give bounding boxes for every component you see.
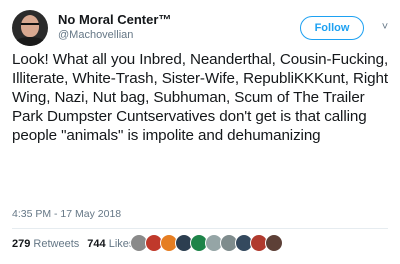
retweets-stat[interactable]: 279 Retweets (12, 238, 79, 250)
retweets-count: 279 (12, 238, 31, 250)
likes-count: 744 (87, 238, 106, 250)
avatar-glasses (21, 23, 39, 30)
retweets-label: Retweets (33, 238, 80, 250)
divider (12, 228, 388, 229)
tweet-text: Look! What all you Inbred, Neanderthal, … (12, 51, 389, 144)
engagement-stats: 279 Retweets 744 Likes (12, 238, 134, 250)
liker-avatar[interactable] (265, 234, 283, 252)
likes-stat[interactable]: 744 Likes (87, 238, 134, 250)
tweet-card: No Moral Center™ @Machovellian Follow ˅ … (0, 0, 400, 264)
avatar-shirt (14, 37, 46, 46)
author-avatar[interactable] (12, 10, 48, 46)
author-name[interactable]: No Moral Center™ (58, 12, 171, 27)
author-handle[interactable]: @Machovellian (58, 29, 133, 41)
chevron-down-icon[interactable]: ˅ (378, 20, 392, 34)
follow-button[interactable]: Follow (300, 16, 364, 40)
tweet-timestamp[interactable]: 4:35 PM - 17 May 2018 (12, 208, 121, 220)
